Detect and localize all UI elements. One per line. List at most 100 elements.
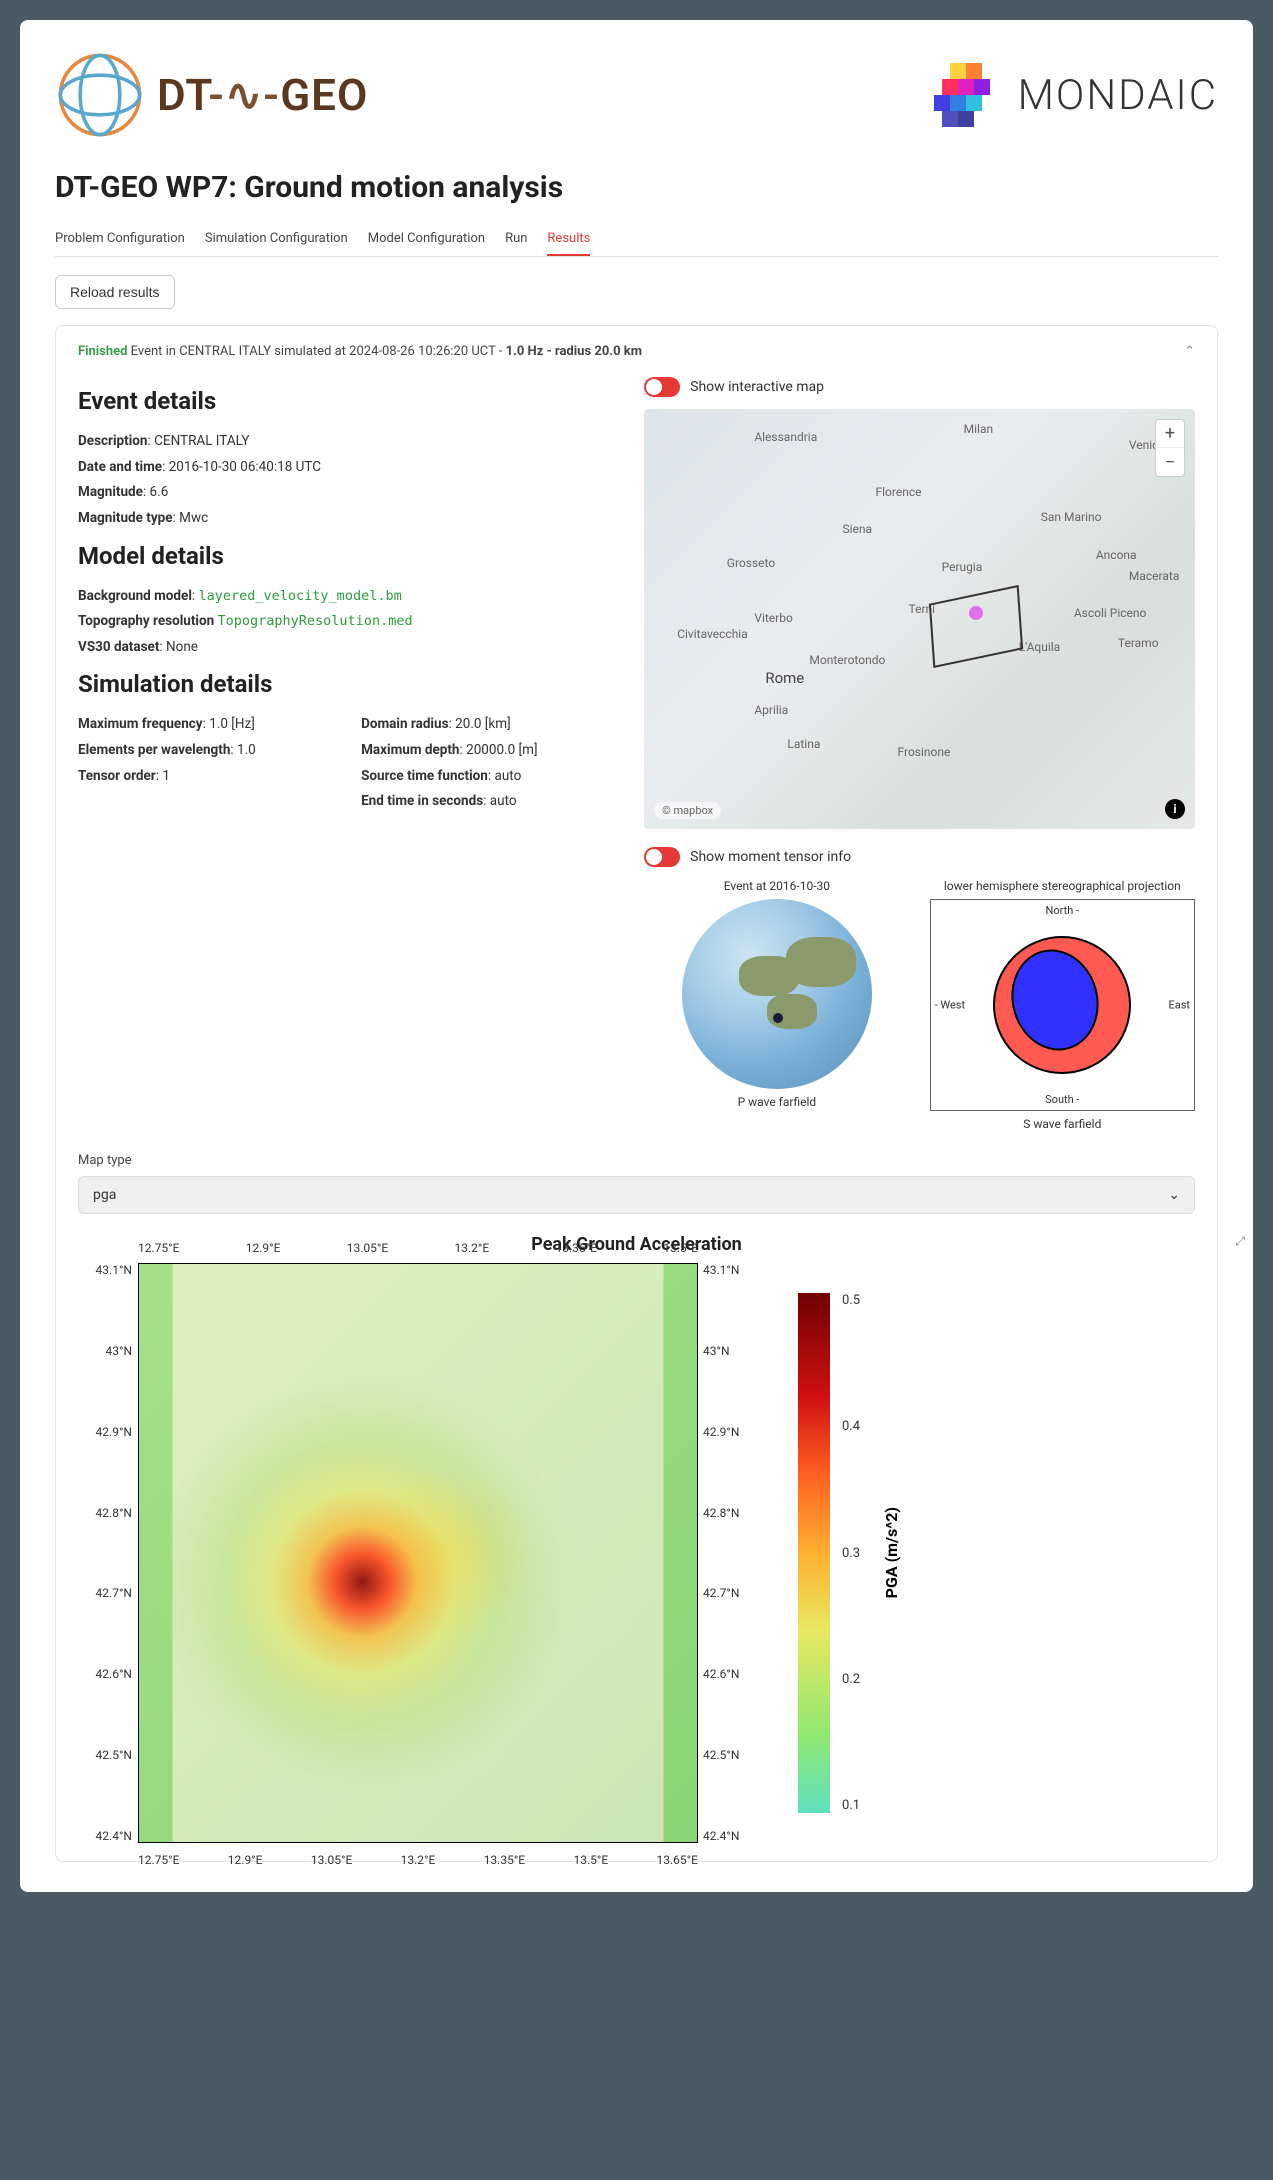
tensor-toggle-label: Show moment tensor info	[690, 849, 851, 865]
tabs: Problem Configuration Simulation Configu…	[55, 223, 1218, 257]
tab-results[interactable]: Results	[547, 223, 590, 256]
chart-y-axis-left: 43.1°N 43°N 42.9°N 42.8°N 42.7°N 42.6°N …	[88, 1263, 132, 1843]
tick: 13.5°E	[663, 1241, 698, 1255]
map-city: Rome	[765, 669, 804, 687]
map-city: Monterotondo	[809, 653, 885, 667]
tick: 42.4°N	[703, 1829, 753, 1843]
map-city: L'Aquila	[1019, 640, 1060, 654]
map-city: Latina	[787, 737, 820, 751]
map-city: Civitavecchia	[677, 627, 748, 641]
tick: 42.5°N	[703, 1748, 753, 1762]
tick: 42.7°N	[703, 1586, 753, 1600]
magtype-label: Magnitude type	[78, 510, 173, 526]
expand-icon[interactable]: ⤢	[1235, 1234, 1245, 1249]
tensor-toggle[interactable]	[644, 847, 680, 867]
tab-run[interactable]: Run	[505, 223, 527, 256]
map-city: Perugia	[942, 560, 983, 574]
tick: 42.4°N	[88, 1829, 132, 1843]
map-city: Grosseto	[727, 556, 775, 570]
tick: 0.3	[842, 1546, 860, 1561]
maptype-label: Map type	[78, 1153, 1195, 1168]
tensororder-label: Tensor order	[78, 768, 156, 784]
chart-x-axis-top: 12.75°E 12.9°E 13.05°E 13.2°E 13.35°E 13…	[138, 1241, 698, 1255]
desc-value: CENTRAL ITALY	[154, 433, 249, 449]
globe-icon	[55, 50, 145, 140]
vs30-label: VS30 dataset	[78, 639, 159, 655]
zoom-in-button[interactable]: +	[1156, 420, 1184, 448]
chart-x-axis-bottom: 12.75°E 12.9°E 13.05°E 13.2°E 13.35°E 13…	[138, 1853, 698, 1867]
tensororder-value: 1	[162, 768, 170, 784]
stf-label: Source time function	[361, 768, 488, 784]
map-zoom-controls: + −	[1155, 419, 1185, 477]
status-badge: Finished	[78, 344, 127, 359]
tick: 0.4	[842, 1419, 860, 1434]
map-domain-box	[928, 585, 1022, 668]
dir-east: East	[1168, 999, 1190, 1012]
topo-label: Topography resolution	[78, 613, 214, 629]
tick: 42.6°N	[703, 1667, 753, 1681]
tick: 13.5°E	[573, 1853, 608, 1867]
maxfreq-value: 1.0 [Hz]	[209, 716, 255, 732]
beachball-plot: North - South - - West East	[930, 899, 1195, 1111]
chevron-up-icon[interactable]: ⌃	[1184, 344, 1195, 359]
tick: 42.9°N	[88, 1425, 132, 1439]
tick: 13.2°E	[455, 1241, 490, 1255]
beachball-title: lower hemisphere stereographical project…	[930, 879, 1195, 893]
epw-value: 1.0	[237, 742, 256, 758]
map-city: Teramo	[1118, 636, 1159, 650]
tick: 0.5	[842, 1293, 860, 1308]
tab-sim-config[interactable]: Simulation Configuration	[205, 223, 348, 256]
tick: 13.35°E	[556, 1241, 597, 1255]
tab-model-config[interactable]: Model Configuration	[368, 223, 485, 256]
chart-y-axis-right: 43.1°N 43°N 42.9°N 42.8°N 42.7°N 42.6°N …	[703, 1263, 753, 1843]
epw-label: Elements per wavelength	[78, 742, 230, 758]
bg-label: Background model	[78, 588, 192, 604]
tick: 42.9°N	[703, 1425, 753, 1439]
map-city: Ascoli Piceno	[1074, 606, 1147, 620]
tick: 43°N	[703, 1344, 753, 1358]
panel-header[interactable]: Finished Event in CENTRAL ITALY simulate…	[78, 344, 1195, 359]
tick: 42.7°N	[88, 1586, 132, 1600]
tab-problem-config[interactable]: Problem Configuration	[55, 223, 185, 256]
map-city: Milan	[964, 422, 993, 436]
map-info-icon[interactable]: i	[1165, 799, 1185, 819]
tick: 43.1°N	[88, 1263, 132, 1277]
tick: 43.1°N	[703, 1263, 753, 1277]
map-city: Frosinone	[898, 745, 951, 759]
map-city: Alessandria	[754, 430, 817, 444]
interactive-map[interactable]: Milan Alessandria Florence Siena San Mar…	[644, 409, 1195, 829]
tick: 12.75°E	[138, 1853, 179, 1867]
panel-summary-bold: 1.0 Hz - radius 20.0 km	[506, 344, 642, 359]
cubes-icon	[926, 55, 1006, 135]
map-city: Siena	[842, 522, 872, 536]
depth-label: Maximum depth	[361, 742, 459, 758]
tick: 13.05°E	[347, 1241, 388, 1255]
logo-mondaic: MONDAIC	[926, 55, 1218, 135]
map-city: San Marino	[1041, 510, 1102, 524]
model-details-heading: Model details	[78, 542, 614, 570]
globe-title: Event at 2016-10-30	[644, 879, 909, 893]
page-title: DT-GEO WP7: Ground motion analysis	[55, 170, 1218, 205]
pga-heatmap[interactable]	[138, 1263, 698, 1843]
tick: 0.2	[842, 1672, 860, 1687]
map-city: Macerata	[1129, 569, 1179, 583]
tick: 42.8°N	[703, 1506, 753, 1520]
map-city: Florence	[876, 485, 922, 499]
reload-results-button[interactable]: Reload results	[55, 275, 175, 309]
colorbar-gradient	[798, 1293, 830, 1813]
map-city: Ancona	[1096, 548, 1137, 562]
maptype-select[interactable]: pga ⌄	[78, 1176, 1195, 1214]
dir-west: - West	[935, 999, 965, 1012]
mag-value: 6.6	[150, 484, 169, 500]
magtype-value: Mwc	[179, 510, 208, 526]
zoom-out-button[interactable]: −	[1156, 448, 1184, 476]
tick: 13.05°E	[311, 1853, 352, 1867]
endtime-label: End time in seconds	[361, 793, 483, 809]
map-city: Viterbo	[754, 611, 793, 625]
globe-event-dot	[773, 1013, 783, 1023]
globe-caption: P wave farfield	[644, 1095, 909, 1109]
map-toggle[interactable]	[644, 377, 680, 397]
maxfreq-label: Maximum frequency	[78, 716, 203, 732]
mag-label: Magnitude	[78, 484, 143, 500]
sim-details-heading: Simulation details	[78, 670, 614, 698]
